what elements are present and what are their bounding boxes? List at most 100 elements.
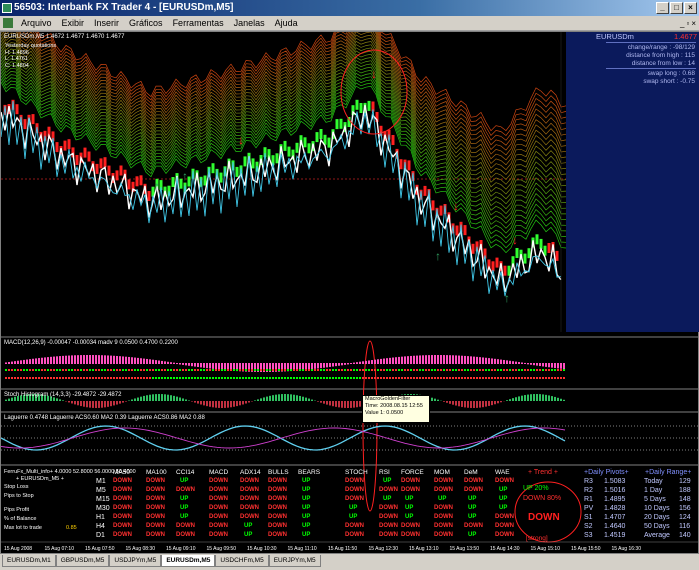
macd-bar bbox=[329, 363, 331, 367]
candle bbox=[23, 119, 27, 130]
macd-dot bbox=[245, 377, 247, 379]
range-label: Today bbox=[644, 478, 663, 485]
menu-graficos[interactable]: Gráficos bbox=[124, 16, 168, 30]
child-minimize-button[interactable]: _ bbox=[680, 16, 684, 30]
macd-bar bbox=[14, 361, 16, 364]
macd-dot bbox=[530, 369, 532, 371]
stoch-bar bbox=[506, 400, 508, 401]
macd-dot bbox=[455, 377, 457, 379]
macd-dot bbox=[239, 369, 241, 371]
stoch-bar bbox=[308, 398, 310, 401]
macd-dot bbox=[101, 377, 103, 379]
macd-dot bbox=[323, 377, 325, 379]
macd-dot bbox=[431, 377, 433, 379]
menu-inserir[interactable]: Inserir bbox=[89, 16, 124, 30]
tab-eurusdm-m1[interactable]: EURUSDm,M1 bbox=[2, 555, 56, 567]
macd-dot bbox=[377, 377, 379, 379]
macd-dot bbox=[338, 369, 340, 371]
macd-dot bbox=[116, 369, 118, 371]
signal-cell: DOWN bbox=[240, 505, 259, 511]
macd-dot bbox=[509, 377, 511, 379]
macd-dot bbox=[56, 369, 58, 371]
candle bbox=[75, 155, 79, 165]
macd-dot bbox=[416, 377, 418, 379]
menu-ajuda[interactable]: Ajuda bbox=[270, 16, 303, 30]
menu-arquivo[interactable]: Arquivo bbox=[16, 16, 57, 30]
stoch-bar bbox=[539, 394, 541, 401]
pivot-label: PV bbox=[584, 505, 594, 512]
macd-dot bbox=[461, 377, 463, 379]
macd-bar bbox=[509, 360, 511, 364]
signal-cell: DOWN bbox=[240, 487, 259, 493]
macd-dot bbox=[104, 369, 106, 371]
macd-bar bbox=[434, 355, 436, 364]
macd-dot bbox=[68, 369, 70, 371]
macd-dot bbox=[275, 369, 277, 371]
macd-dot bbox=[56, 377, 58, 379]
stoch-bar bbox=[485, 401, 487, 407]
child-restore-button[interactable]: ▫ bbox=[686, 16, 689, 30]
stoch-bar bbox=[494, 401, 496, 405]
macd-dot bbox=[119, 377, 121, 379]
close-button[interactable]: × bbox=[684, 2, 697, 14]
macd-dot bbox=[431, 369, 433, 371]
macd-dot bbox=[365, 377, 367, 379]
signal-cell: UP bbox=[180, 514, 189, 520]
macd-dot bbox=[374, 369, 376, 371]
stoch-bar bbox=[284, 394, 286, 401]
time-label: 15 Aug 2008 bbox=[4, 546, 33, 552]
candle bbox=[463, 225, 467, 236]
macd-dot bbox=[413, 369, 415, 371]
macd-bar bbox=[140, 358, 142, 364]
macd-dot bbox=[257, 377, 259, 379]
candle bbox=[251, 158, 255, 169]
macd-dot bbox=[251, 377, 253, 379]
macd-dot bbox=[119, 369, 121, 371]
macd-dot bbox=[542, 377, 544, 379]
stoch-bar bbox=[473, 401, 475, 408]
macd-bar bbox=[488, 358, 490, 364]
macd-bar bbox=[164, 361, 166, 364]
arrow-up-icon: ↑ bbox=[435, 249, 441, 263]
macd-dot bbox=[5, 369, 7, 371]
macd-dot bbox=[44, 377, 46, 379]
macd-bar bbox=[533, 363, 535, 366]
menu-janelas[interactable]: Janelas bbox=[229, 16, 270, 30]
candle bbox=[315, 132, 319, 143]
menu-exibir[interactable]: Exibir bbox=[57, 16, 90, 30]
macd-dot bbox=[467, 369, 469, 371]
child-close-button[interactable]: × bbox=[691, 16, 696, 30]
chart-window[interactable]: ↑ ↑ ↑ ↑ ↓ ↓ ↓ ↓ EURUSDm,M5 1.4672 1.4677 1.4670… bbox=[0, 31, 699, 554]
tooltip-name: MacroGoldenFilter bbox=[365, 396, 411, 402]
signal-cell: UP bbox=[180, 505, 189, 511]
tab-gbpusdm-m5[interactable]: GBPUSDm,M5 bbox=[55, 555, 110, 567]
macd-dot bbox=[170, 377, 172, 379]
macd-dot bbox=[302, 369, 304, 371]
tab-usdchfm-m5[interactable]: USDCHFm,M5 bbox=[215, 555, 269, 567]
tab-eurjpym-m5[interactable]: EURJPYm,M5 bbox=[268, 555, 321, 567]
tab-eurusdm-m5[interactable]: EURUSDm,M5 bbox=[161, 555, 216, 567]
macd-dot bbox=[32, 369, 34, 371]
macd-bar bbox=[11, 361, 13, 364]
time-label: 15 Aug 14:30 bbox=[490, 546, 520, 552]
trend-title: + Trend + bbox=[528, 469, 558, 476]
macd-bar bbox=[545, 363, 547, 367]
macd-dot bbox=[122, 369, 124, 371]
candle bbox=[87, 151, 91, 162]
macd-dot bbox=[467, 377, 469, 379]
signal-cell: DOWN bbox=[113, 505, 132, 511]
signal-cell: DOWN bbox=[434, 532, 453, 538]
maximize-button[interactable]: □ bbox=[670, 2, 683, 14]
stoch-bar bbox=[530, 394, 532, 401]
signal-cell: UP bbox=[405, 505, 414, 511]
minimize-button[interactable]: _ bbox=[656, 2, 669, 14]
pivot-value: 1.4828 bbox=[604, 505, 626, 512]
candle bbox=[83, 147, 87, 158]
macd-dot bbox=[17, 377, 19, 379]
info-change-range: change/range : -98/129 bbox=[627, 44, 695, 51]
menu-ferramentas[interactable]: Ferramentas bbox=[168, 16, 229, 30]
macd-dot bbox=[125, 377, 127, 379]
info-from-low: distance from low : 14 bbox=[631, 60, 695, 67]
tab-usdjpym-m5[interactable]: USDJPYm,M5 bbox=[109, 555, 162, 567]
stoch-bar bbox=[437, 399, 439, 401]
